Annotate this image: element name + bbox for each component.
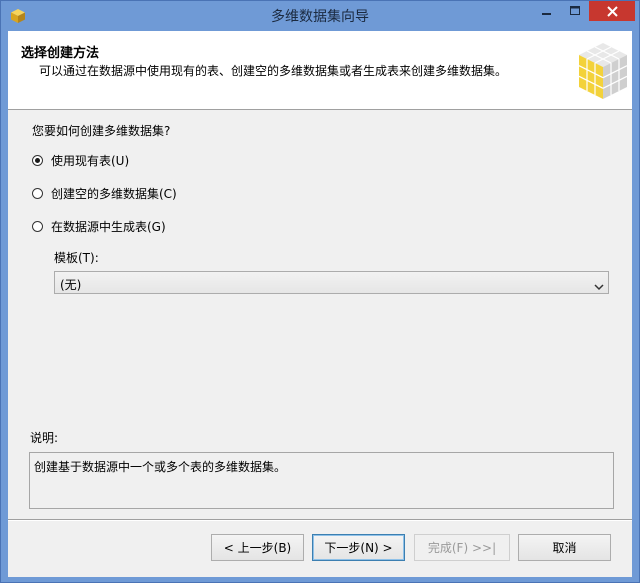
radio-generate-tables[interactable]: 在数据源中生成表(G) <box>32 218 166 235</box>
template-label: 模板(T): <box>54 251 99 265</box>
title-bar[interactable]: 多维数据集向导 <box>1 1 639 31</box>
radio-use-existing-tables[interactable]: 使用现有表(U) <box>32 152 129 169</box>
page-title: 选择创建方法 <box>21 46 100 61</box>
finish-button[interactable]: 完成(F) >>| <box>414 534 510 561</box>
next-button[interactable]: 下一步(N) > <box>312 534 405 561</box>
page-subtitle: 可以通过在数据源中使用现有的表、创建空的多维数据集或者生成表来创建多维数据集。 <box>39 64 508 78</box>
creation-question: 您要如何创建多维数据集? <box>32 124 171 138</box>
close-icon <box>606 5 618 17</box>
radio-circle[interactable] <box>32 188 43 199</box>
template-select-value: (无) <box>60 278 82 292</box>
radio-label[interactable]: 创建空的多维数据集(C) <box>51 185 177 202</box>
radio-label[interactable]: 使用现有表(U) <box>51 152 129 169</box>
description-text: 创建基于数据源中一个或多个表的多维数据集。 <box>34 460 287 474</box>
radio-create-empty-cube[interactable]: 创建空的多维数据集(C) <box>32 185 177 202</box>
cancel-button[interactable]: 取消 <box>518 534 611 561</box>
footer-separator <box>8 519 632 521</box>
radio-circle[interactable] <box>32 155 43 166</box>
description-label: 说明: <box>30 431 59 445</box>
wizard-header: 选择创建方法 可以通过在数据源中使用现有的表、创建空的多维数据集或者生成表来创建… <box>8 31 632 110</box>
wizard-content: 您要如何创建多维数据集? 使用现有表(U) 创建空的多维数据集(C) 在数据源中… <box>8 110 632 515</box>
template-select[interactable]: (无) <box>54 271 609 294</box>
maximize-button[interactable] <box>562 1 589 21</box>
description-box: 创建基于数据源中一个或多个表的多维数据集。 <box>29 452 614 509</box>
radio-circle[interactable] <box>32 221 43 232</box>
dialog-client-area: 选择创建方法 可以通过在数据源中使用现有的表、创建空的多维数据集或者生成表来创建… <box>8 31 632 577</box>
minimize-button[interactable] <box>532 1 562 21</box>
close-button[interactable] <box>589 1 635 21</box>
maximize-icon <box>570 6 580 15</box>
back-button[interactable]: < 上一步(B) <box>211 534 304 561</box>
cube-banner-icon <box>578 42 628 104</box>
minimize-icon <box>542 13 551 15</box>
wizard-window: 多维数据集向导 选择创建方法 可以通过在数据源中使用现有的表、创建空的多维数据集… <box>0 0 640 583</box>
radio-label[interactable]: 在数据源中生成表(G) <box>51 218 166 235</box>
chevron-down-icon[interactable] <box>594 277 604 296</box>
